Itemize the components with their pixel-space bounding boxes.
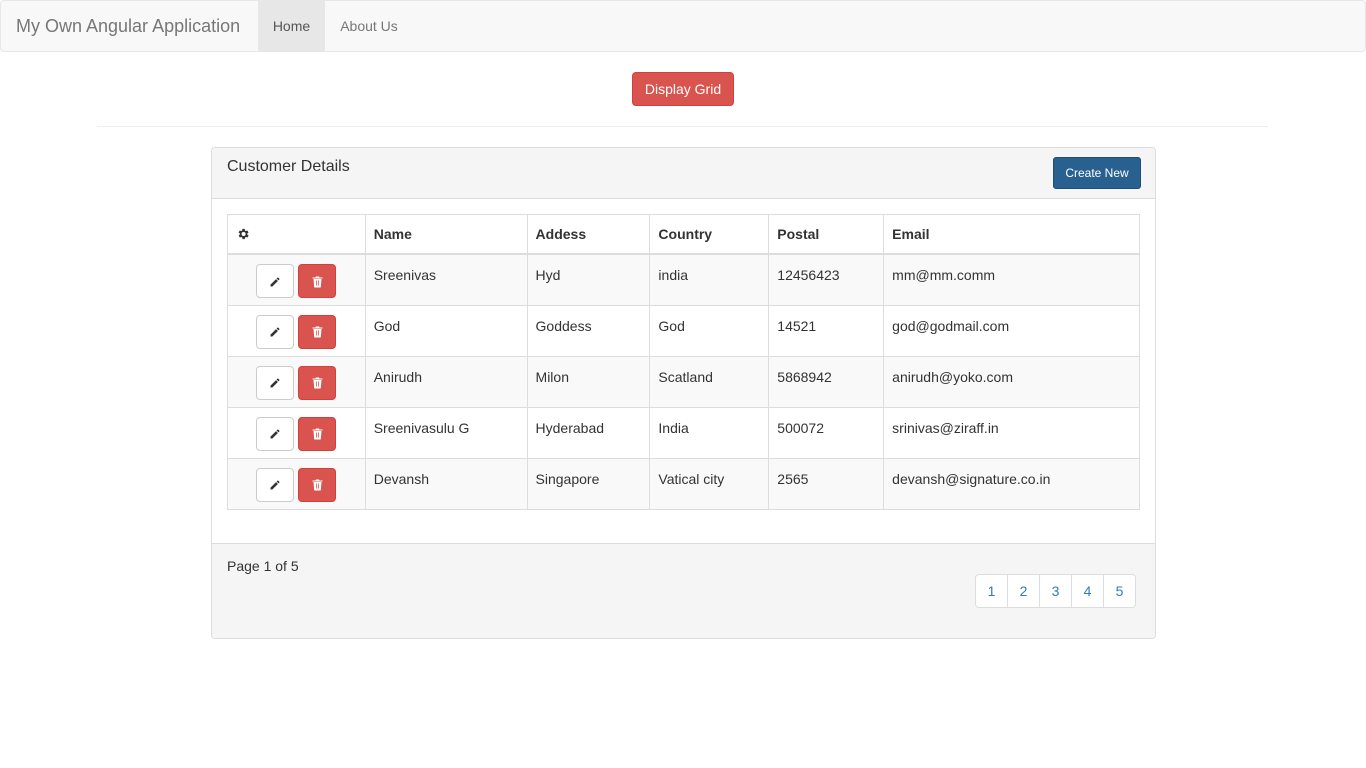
trash-icon <box>312 479 323 491</box>
trash-icon <box>312 377 323 389</box>
address-cell: Hyderabad <box>526 406 651 459</box>
pencil-icon <box>270 378 280 388</box>
name-cell: God <box>364 304 528 357</box>
table-header-row: Name Addess Country Postal Email <box>227 214 1140 255</box>
row-actions <box>227 304 366 357</box>
edit-button[interactable] <box>256 416 295 451</box>
delete-button[interactable] <box>298 467 337 502</box>
page-link-3[interactable]: 3 <box>1039 574 1072 608</box>
display-grid-button[interactable]: Display Grid <box>632 72 734 106</box>
name-cell: Devansh <box>364 457 528 510</box>
page-link-1[interactable]: 1 <box>975 574 1008 608</box>
email-cell: anirudh@yoko.com <box>883 355 1140 408</box>
panel-heading: Customer Details Create New <box>212 148 1155 199</box>
delete-button[interactable] <box>298 264 337 298</box>
postal-cell: 5868942 <box>768 355 885 408</box>
table-row: Devansh Singapore Vatical city 2565 devansh@… <box>227 457 1140 510</box>
trash-icon <box>312 276 323 288</box>
address-cell: Singapore <box>526 457 651 510</box>
page-link-4[interactable]: 4 <box>1071 574 1104 608</box>
customer-panel: Customer Details Create New Name Addess … <box>211 147 1156 639</box>
row-actions <box>227 457 366 510</box>
postal-cell: 12456423 <box>768 253 885 306</box>
panel-footer: Page 1 of 5 1 2 3 4 5 <box>212 543 1155 638</box>
row-actions <box>227 406 366 459</box>
email-cell: mm@mm.comm <box>883 253 1140 306</box>
nav-about-link[interactable]: About Us <box>325 1 413 51</box>
row-actions <box>227 355 366 408</box>
table-row: God Goddess God 14521 god@godmail.com <box>227 304 1140 357</box>
column-header-email[interactable]: Email <box>883 214 1140 255</box>
delete-button[interactable] <box>298 416 337 451</box>
pencil-icon <box>270 429 280 439</box>
country-cell: Scatland <box>649 355 770 408</box>
pencil-icon <box>270 327 280 337</box>
name-cell: Anirudh <box>364 355 528 408</box>
page-info: Page 1 of 5 <box>227 558 299 574</box>
postal-cell: 14521 <box>768 304 885 357</box>
table-body: Sreenivas Hyd india 12456423 mm@mm.comm God G… <box>227 253 1140 510</box>
column-header-country[interactable]: Country <box>649 214 770 255</box>
panel-title: Customer Details <box>227 158 350 175</box>
address-cell: Goddess <box>526 304 651 357</box>
delete-button[interactable] <box>298 314 337 349</box>
trash-icon <box>312 428 323 440</box>
row-actions <box>227 253 366 306</box>
page-link-2[interactable]: 2 <box>1007 574 1040 608</box>
table-row: Sreenivasulu G Hyderabad India 500072 sriniv… <box>227 406 1140 459</box>
divider <box>97 126 1268 127</box>
pencil-icon <box>270 277 280 287</box>
trash-icon <box>312 326 323 338</box>
edit-button[interactable] <box>256 365 295 400</box>
table-row: Sreenivas Hyd india 12456423 mm@mm.comm <box>227 253 1140 306</box>
postal-cell: 2565 <box>768 457 885 510</box>
table-row: Anirudh Milon Scatland 5868942 anirudh@yoko.… <box>227 355 1140 408</box>
country-cell: God <box>649 304 770 357</box>
delete-button[interactable] <box>298 365 337 400</box>
email-cell: god@godmail.com <box>883 304 1140 357</box>
pagination: 1 2 3 4 5 <box>975 574 1136 608</box>
column-header-name[interactable]: Name <box>364 214 528 255</box>
pencil-icon <box>270 480 280 490</box>
column-header-postal[interactable]: Postal <box>768 214 885 255</box>
gear-icon <box>238 228 249 240</box>
nav-home-link[interactable]: Home <box>258 1 325 51</box>
edit-button[interactable] <box>256 264 295 298</box>
country-cell: Vatical city <box>649 457 770 510</box>
column-header-address[interactable]: Addess <box>526 214 651 255</box>
name-cell: Sreenivasulu G <box>364 406 528 459</box>
postal-cell: 500072 <box>768 406 885 459</box>
name-cell: Sreenivas <box>364 253 528 306</box>
page-link-5[interactable]: 5 <box>1103 574 1136 608</box>
email-cell: devansh@signature.co.in <box>883 457 1140 510</box>
navbar-brand[interactable]: My Own Angular Application <box>16 16 240 36</box>
actions-header <box>227 214 366 255</box>
create-new-button[interactable]: Create New <box>1053 157 1141 189</box>
email-cell: srinivas@ziraff.in <box>883 406 1140 459</box>
address-cell: Hyd <box>526 253 651 306</box>
edit-button[interactable] <box>256 467 295 502</box>
edit-button[interactable] <box>256 314 295 349</box>
country-cell: india <box>649 253 770 306</box>
address-cell: Milon <box>526 355 651 408</box>
country-cell: India <box>649 406 770 459</box>
customer-table: Name Addess Country Postal Email Sreeniv… <box>227 214 1140 510</box>
navbar: My Own Angular Application Home About Us <box>0 0 1366 52</box>
